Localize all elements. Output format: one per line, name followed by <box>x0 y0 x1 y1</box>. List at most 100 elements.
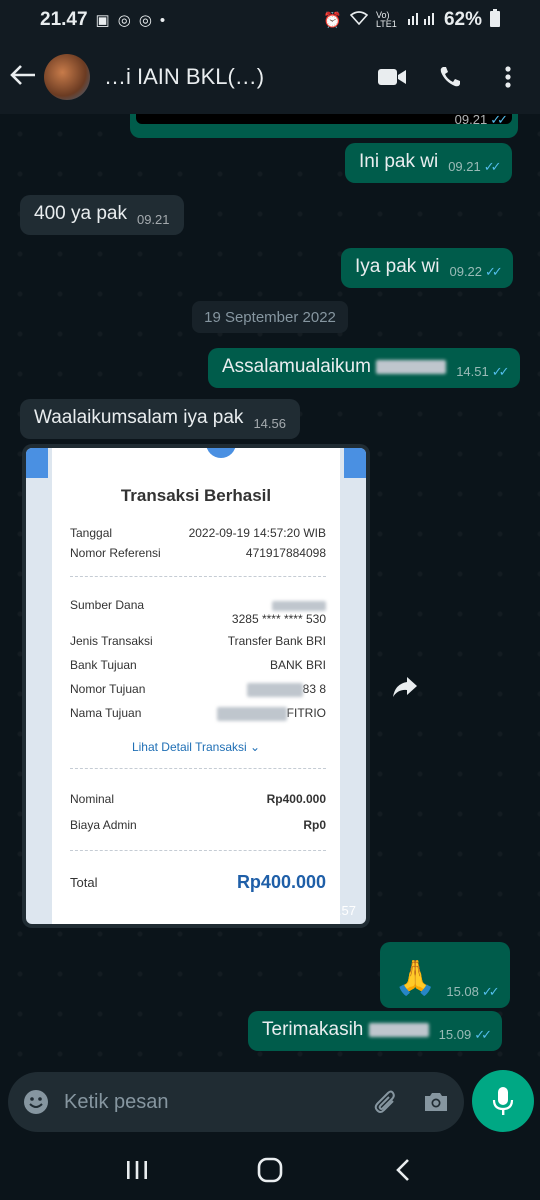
recents-icon[interactable] <box>117 1150 157 1190</box>
network-label: Vo) LTE1 <box>375 10 397 29</box>
message-time: 14.57 <box>323 903 356 918</box>
image-message-incoming[interactable]: Transaksi Berhasil Tanggal 2022-09-19 14… <box>22 444 370 928</box>
receipt-row: Sumber Dana 3285 **** **** 530 <box>70 598 326 626</box>
message-text: Iya pak wi <box>355 256 440 277</box>
redacted-text <box>216 706 287 721</box>
system-nav-bar <box>0 1140 540 1200</box>
message-text: Waalaikumsalam iya pak <box>34 407 244 428</box>
message-time: 09.21 ✓✓ <box>454 114 508 127</box>
receipt-row: Bank Tujuan BANK BRI <box>70 658 326 672</box>
read-ticks-icon: ✓✓ <box>481 984 500 999</box>
message-outgoing[interactable]: Ini pak wi 09.21 ✓✓ <box>345 143 512 183</box>
gallery-notification-icon: ▣ <box>95 12 110 29</box>
receipt-label: Nominal <box>70 792 115 806</box>
message-text: Assalamualaikum <box>222 356 447 378</box>
receipt-divider <box>70 850 326 851</box>
read-ticks-icon: ✓✓ <box>483 159 502 174</box>
chat-area[interactable]: 09.21 ✓✓ Ini pak wi 09.21 ✓✓ 400 ya pak 09… <box>0 114 540 1064</box>
message-outgoing[interactable]: Terimakasih 15.09 ✓✓ <box>248 1011 502 1051</box>
read-ticks-icon: ✓✓ <box>474 1027 492 1042</box>
mic-button[interactable] <box>472 1070 534 1132</box>
read-ticks-icon: ✓✓ <box>485 264 503 279</box>
message-text: Terimakasih <box>262 1019 429 1041</box>
back-nav-icon[interactable] <box>383 1150 423 1190</box>
back-arrow-icon[interactable] <box>10 61 40 93</box>
attach-icon[interactable] <box>372 1088 400 1116</box>
status-bar: 21.47 ▣ ◎ ◎ • ⏰ Vo) LTE1 62% <box>0 0 540 40</box>
receipt-value: Rp400.000 <box>266 792 326 806</box>
home-icon[interactable] <box>250 1150 290 1190</box>
signal-icon <box>406 11 436 29</box>
chat-title[interactable]: …i IAIN BKL(…) <box>104 64 378 90</box>
receipt-row: Jenis Transaksi Transfer Bank BRI <box>70 634 326 648</box>
image-message-outgoing[interactable]: 09.21 ✓✓ <box>130 114 518 138</box>
receipt-card: Transaksi Berhasil Tanggal 2022-09-19 14… <box>52 448 340 924</box>
receipt-label: Nomor Referensi <box>70 546 161 560</box>
battery-level: 62% <box>443 9 482 30</box>
avatar[interactable] <box>44 54 90 100</box>
receipt-row-total: Total Rp400.000 <box>70 872 326 893</box>
instagram-notification-icon: ◎ <box>117 12 131 29</box>
receipt-label: Sumber Dana <box>70 598 145 612</box>
redacted-text <box>246 682 303 697</box>
message-outgoing[interactable]: Iya pak wi 09.22 ✓✓ <box>341 248 513 288</box>
more-notifications-dot-icon: • <box>159 11 166 29</box>
receipt-value: 3285 **** **** 530 <box>232 598 326 626</box>
receipt-value: Rp0 <box>303 818 326 832</box>
receipt-value: 2022-09-19 14:57:20 WIB <box>188 526 326 540</box>
receipt-value: BANK BRI <box>269 658 326 672</box>
message-time: 15.08 ✓✓ <box>446 984 500 999</box>
composer-bar <box>0 1064 540 1140</box>
receipt-label: Biaya Admin <box>70 818 137 832</box>
receipt-row: Nomor Tujuan 83 8 <box>70 682 326 697</box>
phone-icon[interactable] <box>436 63 464 91</box>
emoji-icon[interactable] <box>22 1088 50 1116</box>
view-transaction-details-link[interactable]: Lihat Detail Transaksi ⌄ <box>52 740 340 754</box>
receipt-value: FITRIO <box>216 706 326 721</box>
receipt-row: Nomor Referensi 471917884098 <box>70 546 326 560</box>
receipt-row: Tanggal 2022-09-19 14:57:20 WIB <box>70 526 326 540</box>
receipt-label: Jenis Transaksi <box>70 634 153 648</box>
alarm-icon: ⏰ <box>323 12 342 29</box>
receipt-divider <box>70 576 326 577</box>
chat-header: …i IAIN BKL(…) <box>0 40 540 114</box>
message-incoming[interactable]: Waalaikumsalam iya pak 14.56 <box>20 399 300 439</box>
message-text: 🙏 <box>394 959 437 997</box>
receipt-label: Total <box>70 875 98 890</box>
redacted-text <box>368 1022 429 1037</box>
forward-icon[interactable] <box>383 665 427 709</box>
message-incoming[interactable]: 400 ya pak 09.21 <box>20 195 184 235</box>
receipt-row-nominal: Nominal Rp400.000 <box>70 792 326 806</box>
receipt-value: Rp400.000 <box>236 872 326 892</box>
video-call-icon[interactable] <box>378 63 406 91</box>
receipt-value: 471917884098 <box>245 546 326 560</box>
receipt-value: Transfer Bank BRI <box>227 634 326 648</box>
message-text: 400 ya pak <box>34 203 127 224</box>
message-time: 09.22 ✓✓ <box>449 264 503 279</box>
read-ticks-icon: ✓✓ <box>490 114 508 127</box>
receipt-row-admin-fee: Biaya Admin Rp0 <box>70 818 326 832</box>
receipt-row: Nama Tujuan FITRIO <box>70 706 326 721</box>
battery-icon <box>490 9 500 31</box>
receipt-notch <box>206 448 236 458</box>
message-outgoing[interactable]: 🙏 15.08 ✓✓ <box>380 942 510 1008</box>
wifi-icon <box>349 11 369 29</box>
message-input-container[interactable] <box>8 1072 464 1132</box>
camera-icon[interactable] <box>422 1088 450 1116</box>
status-time: 21.47 <box>40 9 88 30</box>
message-outgoing[interactable]: Assalamualaikum 14.51 ✓✓ <box>208 348 520 388</box>
redacted-text <box>272 600 326 611</box>
more-vert-icon[interactable] <box>494 63 522 91</box>
read-ticks-icon: ✓✓ <box>491 364 510 379</box>
date-separator: 19 September 2022 <box>192 301 348 333</box>
instagram-notification-icon-2: ◎ <box>138 12 152 29</box>
message-input[interactable] <box>64 1090 372 1114</box>
receipt-tab-right <box>344 448 366 478</box>
message-time: 09.21 <box>136 212 170 227</box>
receipt-label: Bank Tujuan <box>70 658 137 672</box>
receipt-image[interactable]: Transaksi Berhasil Tanggal 2022-09-19 14… <box>26 448 366 924</box>
receipt-value: 83 8 <box>246 682 326 697</box>
receipt-title: Transaksi Berhasil <box>120 486 272 505</box>
mic-icon <box>492 1087 514 1115</box>
receipt-label: Nomor Tujuan <box>70 682 146 696</box>
